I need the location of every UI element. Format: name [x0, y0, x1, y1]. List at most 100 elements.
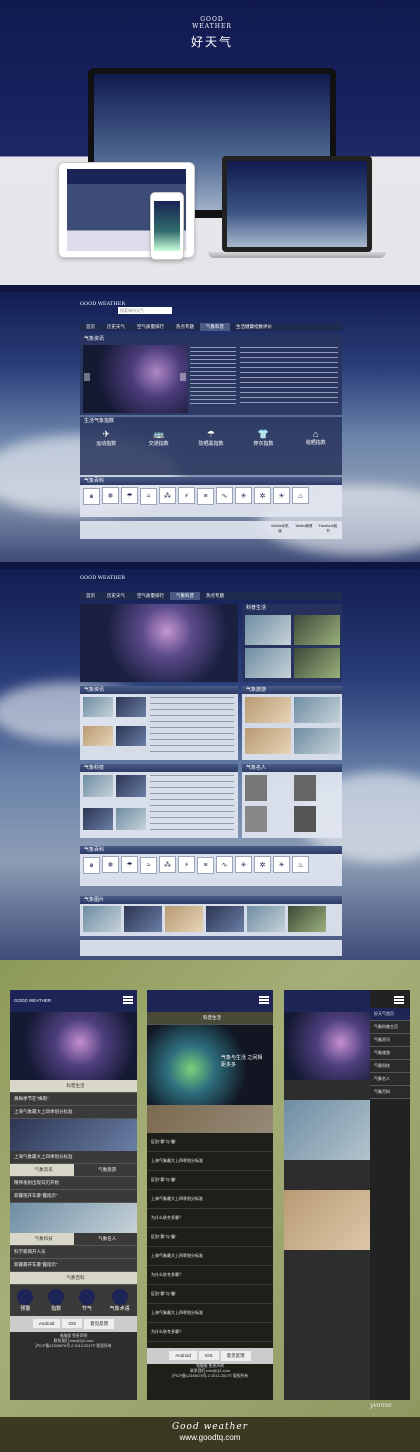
life-item-clothing[interactable]: 👕 穿衣指数 — [243, 429, 283, 447]
list-item[interactable]: 区别“雾”与“霾” — [147, 1228, 273, 1247]
cold-icon[interactable]: ✳ — [235, 856, 252, 873]
menu-icon[interactable] — [394, 996, 404, 1004]
picture-thumb-6[interactable] — [288, 906, 326, 932]
slide-next-arrow[interactable] — [180, 373, 186, 381]
nav-item-science[interactable]: 气象科普 — [170, 592, 200, 600]
news-thumb-3[interactable] — [83, 726, 113, 746]
weibo-button[interactable]: Weibo微博 — [294, 524, 314, 534]
news-slideshow[interactable] — [83, 345, 188, 413]
life-photo-3[interactable] — [245, 648, 291, 678]
android-button[interactable]: Android — [32, 1319, 61, 1328]
index-icon[interactable]: 指数 — [48, 1289, 65, 1312]
typhoon-icon[interactable]: ๑ — [83, 856, 100, 874]
list-item[interactable]: 区别“雾”与“霾” — [147, 1285, 273, 1304]
person-photo-4[interactable] — [294, 806, 316, 832]
list-item[interactable]: 精神发射出现日历开始 — [10, 1177, 137, 1190]
list-item[interactable]: 区别“雾”与“霾” — [147, 1171, 273, 1190]
list-item[interactable]: 为什么秋冬多雾？ — [147, 1266, 273, 1285]
list-item[interactable]: 黄梅季节在“梅雨” — [10, 1093, 137, 1106]
list-item[interactable]: 新疆现开车暴“露指示” — [10, 1190, 137, 1203]
solar-term-icon[interactable]: 节气 — [78, 1289, 95, 1312]
picture-thumb-5[interactable] — [247, 906, 285, 932]
mobile-button[interactable]: Mobile手机版 — [270, 524, 290, 534]
menu-icon[interactable] — [123, 996, 133, 1004]
drought-icon[interactable]: ☀ — [273, 856, 290, 873]
rain-icon[interactable]: ☂ — [121, 487, 138, 504]
life-item-sport[interactable]: ✈ 运动指数 — [86, 429, 126, 447]
android-button[interactable]: Android — [169, 1351, 197, 1360]
side-menu-news[interactable]: 气象资讯 — [370, 1034, 410, 1047]
mobile-photo[interactable] — [10, 1203, 137, 1233]
storm-icon[interactable]: ⚡ — [178, 487, 195, 504]
nav-item-history[interactable]: 历史天气 — [101, 592, 131, 600]
storm-icon[interactable]: ⚡ — [178, 856, 195, 873]
tech-thumb-1[interactable] — [83, 775, 113, 797]
snow-icon[interactable]: ❄ — [102, 487, 119, 504]
typhoon-icon[interactable]: ๑ — [83, 487, 100, 505]
list-item[interactable]: 上海气象最大上四季划分标准 — [10, 1151, 137, 1164]
search-input[interactable]: 搜索城市天气 — [118, 307, 172, 314]
side-menu-people[interactable]: 气象名人 — [370, 1073, 410, 1086]
tech-thumb-2[interactable] — [116, 775, 146, 797]
nav-item-air[interactable]: 空气质量排行 — [131, 323, 170, 331]
tourism-photo-3[interactable] — [245, 728, 291, 754]
news-thumb-2[interactable] — [116, 697, 146, 717]
person-photo-1[interactable] — [245, 775, 267, 801]
nav-item-science[interactable]: 气象科普 — [200, 323, 230, 331]
life-photo-2[interactable] — [294, 615, 340, 645]
picture-thumb-4[interactable] — [206, 906, 244, 932]
news-thumb-4[interactable] — [116, 726, 146, 746]
list-item[interactable]: 上海气象最大上四季划分标准 — [147, 1152, 273, 1171]
side-menu-home[interactable]: 好天气首页 — [370, 1008, 410, 1021]
heat-icon[interactable]: ♨ — [292, 856, 309, 873]
feedback-button[interactable]: 意见反馈 — [220, 1351, 251, 1361]
cold-icon[interactable]: ✳ — [235, 487, 252, 504]
hail-icon[interactable]: ⁂ — [159, 487, 176, 504]
side-menu-tourism[interactable]: 气象旅游 — [370, 1047, 410, 1060]
hail-icon[interactable]: ⁂ — [159, 856, 176, 873]
nav-item-topics[interactable]: 热点专题 — [200, 592, 230, 600]
nav-item-air[interactable]: 空气质量排行 — [131, 592, 170, 600]
tab-tech[interactable]: 气象科技 — [10, 1233, 74, 1246]
list-item[interactable]: 上海气象最大上四季划分标准 — [147, 1304, 273, 1323]
mobile-slideshow[interactable] — [10, 1012, 137, 1080]
glossary-icon[interactable]: 气象术语 — [110, 1289, 130, 1312]
picture-thumb-3[interactable] — [165, 906, 203, 932]
wind-icon[interactable]: ≈ — [140, 856, 157, 874]
nav-item-home[interactable]: 首页 — [80, 592, 101, 600]
fog-icon[interactable]: ≡ — [197, 856, 214, 874]
menu-icon[interactable] — [259, 996, 269, 1004]
facebook-button[interactable]: Facebook脸书 — [318, 524, 338, 534]
list-item[interactable]: 上海气象最大上四季划分标准 — [10, 1106, 137, 1119]
side-menu-tech[interactable]: 气象科技 — [370, 1060, 410, 1073]
tourism-photo-2[interactable] — [294, 697, 340, 723]
ios-button[interactable]: IOS — [62, 1319, 83, 1328]
life-photo-4[interactable] — [294, 648, 340, 678]
footer-url[interactable]: www.goodtq.com — [0, 1433, 420, 1442]
drought-icon[interactable]: ☀ — [273, 487, 290, 504]
heat-icon[interactable]: ♨ — [292, 487, 309, 504]
side-menu-encyclopedia[interactable]: 气象百科 — [370, 1086, 410, 1099]
sandstorm-icon[interactable]: ∿ — [216, 856, 233, 873]
snow-icon[interactable]: ❄ — [102, 856, 119, 873]
slide-prev-arrow[interactable] — [84, 373, 90, 381]
tourism-photo-4[interactable] — [294, 728, 340, 754]
list-item[interactable]: 为什么秋冬多雾？ — [147, 1209, 273, 1228]
warning-icon[interactable]: 预警 — [17, 1289, 34, 1312]
tab-news[interactable]: 气象资讯 — [10, 1164, 74, 1177]
life-item-sunscreen[interactable]: ☂ 防晒黑指数 — [191, 429, 231, 447]
tab-people[interactable]: 气象名人 — [73, 1233, 137, 1246]
tech-thumb-4[interactable] — [116, 808, 146, 830]
tourism-photo-1[interactable] — [245, 697, 291, 723]
person-photo-2[interactable] — [294, 775, 316, 801]
person-photo-3[interactable] — [245, 806, 267, 832]
feedback-button[interactable]: 意见反馈 — [84, 1319, 115, 1329]
nav-item-health[interactable]: 生活健康指数评价 — [230, 323, 278, 331]
nav-item-history[interactable]: 历史天气 — [101, 323, 131, 331]
side-menu-science[interactable]: 气象科普主页 — [370, 1021, 410, 1034]
picture-thumb-1[interactable] — [83, 906, 121, 932]
list-item[interactable]: 区别“雾”与“霾” — [147, 1133, 273, 1152]
phone2-banner[interactable]: 气象与生活 之间相距多多 — [147, 1025, 273, 1105]
list-item[interactable]: 新疆暴开车暴“露指示” — [10, 1259, 137, 1272]
rain-icon[interactable]: ☂ — [121, 856, 138, 873]
